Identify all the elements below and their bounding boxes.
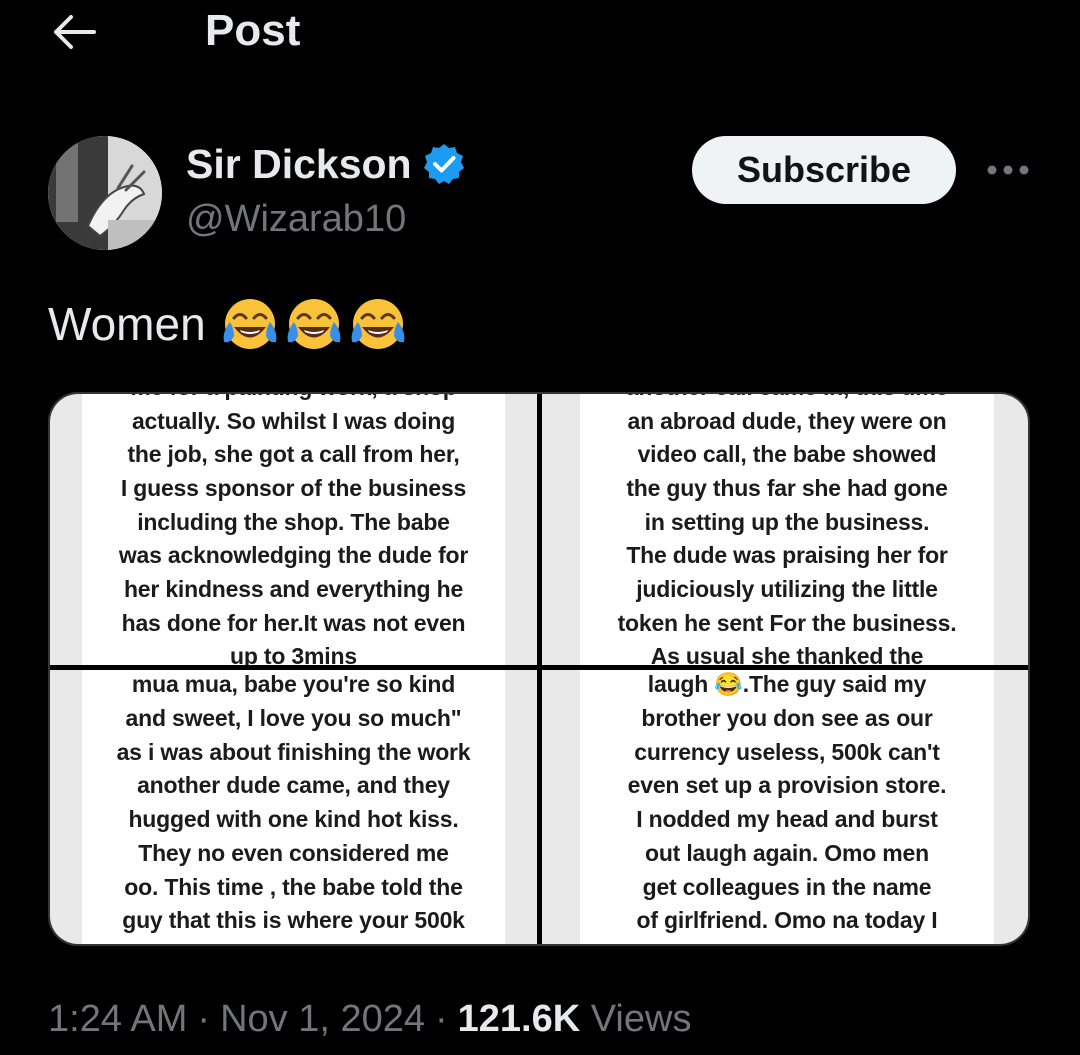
face-with-tears-of-joy-icon: [287, 299, 341, 349]
separator-dot: ·: [197, 998, 211, 1040]
media-image-1[interactable]: me for a painting work, a shop actually.…: [50, 394, 537, 665]
page-title: Post: [205, 6, 301, 55]
arrow-left-icon: [54, 15, 96, 49]
media-image-3[interactable]: mua mua, babe you're so kind and sweet, …: [50, 670, 537, 944]
views-label: Views: [590, 998, 692, 1040]
author-name-row[interactable]: Sir Dickson: [186, 140, 466, 188]
emoji-group: [220, 294, 408, 354]
verified-badge-icon: [423, 144, 464, 184]
top-bar: Post: [0, 0, 1080, 64]
panel-text: mua mua, babe you're so kind and sweet, …: [116, 671, 471, 944]
media-grid[interactable]: me for a painting work, a shop actually.…: [48, 392, 1030, 946]
post-date[interactable]: Nov 1, 2024: [220, 998, 425, 1040]
panel-text: another call came in, this time an abroa…: [617, 394, 957, 665]
panel-text: laugh 😂.The guy said my brother you don …: [624, 671, 951, 944]
author-handle[interactable]: @Wizarab10: [186, 196, 406, 242]
face-with-tears-of-joy-icon: [351, 299, 405, 349]
subscribe-button[interactable]: Subscribe: [692, 136, 956, 204]
grid-divider-vertical: [537, 394, 542, 944]
media-image-2[interactable]: another call came in, this time an abroa…: [542, 394, 1028, 665]
post-text: Women: [48, 294, 408, 354]
more-options-button[interactable]: [982, 150, 1034, 190]
post-meta: 1:24 AM · Nov 1, 2024 · 121.6K Views: [48, 996, 691, 1042]
grid-divider-horizontal: [50, 665, 1028, 670]
back-button[interactable]: [46, 8, 102, 56]
post-time[interactable]: 1:24 AM: [48, 998, 187, 1040]
separator-dot: ·: [435, 998, 448, 1040]
media-image-4[interactable]: laugh 😂.The guy said my brother you don …: [542, 670, 1028, 944]
face-with-tears-of-joy-icon: [223, 299, 277, 349]
more-dots-icon: [987, 165, 1029, 175]
post-body: Women: [48, 298, 206, 350]
avatar[interactable]: [48, 136, 162, 250]
panel-text: me for a painting work, a shop actually.…: [118, 394, 469, 665]
author-name[interactable]: Sir Dickson: [186, 140, 412, 188]
views-count[interactable]: 121.6K: [458, 998, 581, 1040]
